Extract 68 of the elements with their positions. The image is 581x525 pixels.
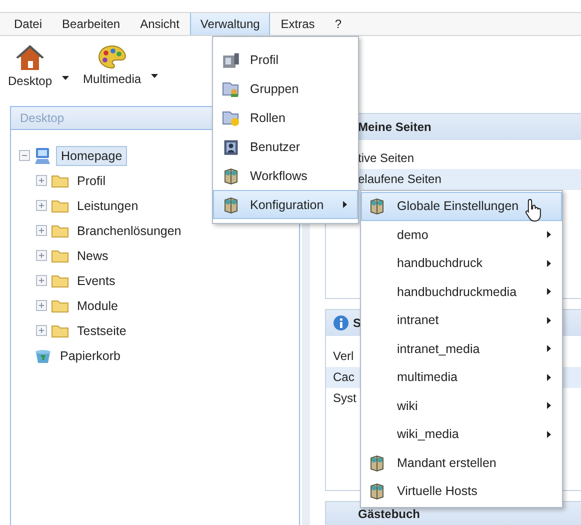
menu-item[interactable]: Datei [5, 13, 52, 35]
tree-item[interactable]: Module [73, 296, 122, 314]
caret-icon [151, 74, 158, 78]
folder-icon [51, 248, 69, 262]
menu-item[interactable]: handbuchdruck [361, 249, 562, 278]
folder-icon [51, 224, 69, 238]
menu-item[interactable]: Profil [213, 45, 358, 74]
tree-item[interactable]: Profil [73, 172, 110, 190]
tree-item[interactable]: Leistungen [73, 196, 142, 214]
folder-icon [51, 324, 69, 338]
book-icon [222, 166, 240, 184]
tree-item[interactable]: News [73, 246, 112, 264]
folder-icon [51, 198, 69, 212]
expand-icon[interactable] [36, 200, 47, 211]
expand-icon[interactable] [36, 300, 47, 311]
toolbar-button[interactable]: Multimedia [79, 36, 146, 86]
panel-title: Desktop [20, 110, 64, 127]
palette-icon [97, 44, 128, 70]
book-icon [368, 482, 386, 500]
tree-item[interactable]: Homepage [56, 146, 128, 166]
tree-item[interactable]: Branchenlösungen [73, 222, 186, 240]
menu-item[interactable]: Konfiguration [213, 190, 358, 219]
panel-title: Meine Seiten [358, 120, 432, 134]
menu-item[interactable]: Bearbeiten [53, 13, 130, 35]
menu-item[interactable]: Verwaltung [190, 13, 270, 35]
menu-item[interactable]: Benutzer [213, 132, 358, 161]
expand-icon[interactable] [36, 275, 47, 286]
tree-item[interactable]: Events [73, 272, 120, 290]
folder-icon [51, 298, 69, 312]
id-card-icon [222, 50, 240, 68]
tree-item[interactable]: Testseite [73, 322, 130, 340]
menu-item[interactable]: Rollen [213, 103, 358, 132]
book-icon [222, 196, 240, 214]
trash-icon [34, 348, 52, 364]
info-icon [333, 315, 349, 331]
folder-icon [51, 274, 69, 288]
menu-item[interactable]: wiki_media [361, 420, 562, 448]
expand-icon[interactable] [36, 250, 47, 261]
role-folder-icon [222, 108, 240, 126]
toolbar-button[interactable]: Desktop [4, 36, 56, 88]
expand-icon[interactable] [36, 325, 47, 336]
user-card-icon [222, 138, 240, 156]
collapse-icon[interactable] [19, 150, 30, 161]
book-icon [368, 454, 386, 472]
menu-item[interactable]: Virtuelle Hosts [361, 477, 562, 506]
tree-item[interactable]: Papierkorb [56, 346, 124, 364]
menu-item[interactable]: ? [326, 13, 350, 35]
menu-item[interactable]: intranet_media [361, 334, 562, 363]
panel-title: Gästebuch [358, 507, 420, 521]
menu-item[interactable]: Extras [272, 13, 324, 35]
menu-item[interactable]: demo [361, 220, 562, 249]
menu-item[interactable]: Gruppen [213, 74, 358, 103]
expand-icon[interactable] [36, 175, 47, 186]
menu-item[interactable]: Mandant erstellen [361, 448, 562, 477]
menu-item[interactable]: multimedia [361, 363, 562, 392]
group-folder-icon [222, 80, 240, 98]
expand-icon[interactable] [36, 225, 47, 236]
panel-title: S [353, 316, 362, 330]
menu-item[interactable]: handbuchdruckmedia [361, 278, 562, 306]
book-icon [368, 197, 386, 216]
caret-icon [62, 76, 70, 80]
house-icon [15, 44, 46, 72]
computer-icon [34, 146, 52, 164]
menu-item[interactable]: Globale Einstellungen [361, 192, 562, 220]
folder-icon [51, 174, 69, 188]
menu-item[interactable]: wiki [361, 392, 562, 420]
menu-item[interactable]: intranet [361, 306, 562, 334]
menu-item[interactable]: Ansicht [131, 13, 188, 35]
